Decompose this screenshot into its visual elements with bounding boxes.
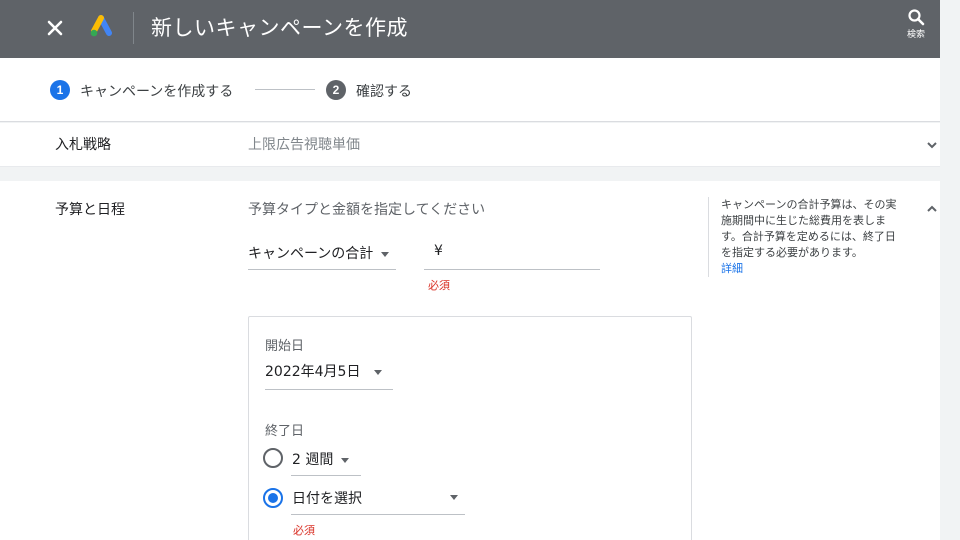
close-icon bbox=[47, 20, 63, 36]
budget-hint: 予算タイプと金額を指定してください bbox=[248, 202, 486, 218]
budget-type-underline bbox=[248, 269, 396, 270]
budget-help-panel: キャンペーンの合計予算は、その実施期間中に生じた総費用を表します。合計予算を定め… bbox=[708, 197, 902, 277]
budget-schedule-label: 予算と日程 bbox=[55, 202, 125, 218]
dropdown-caret-icon bbox=[341, 457, 350, 463]
bid-strategy-value: 上限広告視聴単価 bbox=[248, 137, 360, 153]
learn-more-link[interactable]: 詳細 bbox=[721, 261, 902, 277]
section-gap bbox=[0, 167, 940, 181]
currency-symbol: ¥ bbox=[434, 243, 443, 259]
start-date-dropdown[interactable]: 2022年4月5日 bbox=[265, 361, 383, 381]
top-app-bar: 新しいキャンペーンを作成 検索 bbox=[0, 0, 940, 58]
budget-amount-underline bbox=[424, 269, 600, 270]
step-1-label[interactable]: キャンペーンを作成する bbox=[80, 81, 233, 101]
start-date-underline bbox=[265, 389, 393, 390]
step-2-number: 2 bbox=[326, 80, 346, 100]
chevron-down-icon[interactable] bbox=[924, 137, 940, 153]
dropdown-caret-icon bbox=[374, 369, 383, 375]
page-title: 新しいキャンペーンを作成 bbox=[151, 16, 408, 40]
header-divider bbox=[133, 12, 134, 44]
start-date-label: 開始日 bbox=[265, 339, 305, 354]
budget-type-value: キャンペーンの合計 bbox=[248, 246, 374, 262]
schedule-box: 開始日 2022年4月5日 終了日 2 週間 日付を選択 必須 bbox=[248, 316, 692, 540]
end-date-underline bbox=[291, 514, 465, 515]
search-label: 検索 bbox=[906, 30, 925, 40]
budget-schedule-section: 予算と日程 予算タイプと金額を指定してください キャンペーンの合計 ¥ 必須 キ… bbox=[0, 181, 940, 540]
budget-required-error: 必須 bbox=[428, 279, 450, 292]
bid-strategy-label: 入札戦略 bbox=[55, 137, 111, 153]
end-duration-value: 2 週間 bbox=[292, 452, 334, 468]
dropdown-caret-icon bbox=[450, 495, 458, 500]
start-date-value: 2022年4月5日 bbox=[265, 364, 361, 380]
end-duration-dropdown[interactable]: 2 週間 bbox=[292, 449, 350, 469]
search-button[interactable]: 検索 bbox=[896, 8, 936, 50]
end-date-value: 日付を選択 bbox=[292, 491, 362, 507]
google-ads-logo-icon bbox=[90, 15, 112, 37]
budget-help-text: キャンペーンの合計予算は、その実施期間中に生じた総費用を表します。合計予算を定め… bbox=[721, 198, 897, 259]
end-duration-radio[interactable] bbox=[263, 448, 283, 468]
bid-strategy-row[interactable]: 入札戦略 上限広告視聴単価 bbox=[0, 123, 940, 167]
budget-type-dropdown[interactable]: キャンペーンの合計 bbox=[248, 243, 390, 263]
search-icon bbox=[908, 9, 925, 26]
stepper: 1 キャンペーンを作成する 2 確認する bbox=[0, 58, 940, 122]
chevron-up-icon[interactable] bbox=[924, 201, 940, 217]
end-date-label: 終了日 bbox=[265, 424, 305, 439]
close-button[interactable] bbox=[40, 13, 70, 43]
end-date-required-error: 必須 bbox=[293, 524, 315, 537]
end-date-radio[interactable] bbox=[263, 488, 283, 508]
end-duration-underline bbox=[291, 475, 361, 476]
end-date-dropdown[interactable]: 日付を選択 bbox=[292, 488, 464, 508]
budget-amount-input[interactable] bbox=[448, 237, 598, 267]
dropdown-caret-icon bbox=[381, 251, 390, 257]
step-connector bbox=[255, 89, 315, 90]
step-2-label[interactable]: 確認する bbox=[356, 81, 412, 101]
step-1-number: 1 bbox=[50, 80, 70, 100]
